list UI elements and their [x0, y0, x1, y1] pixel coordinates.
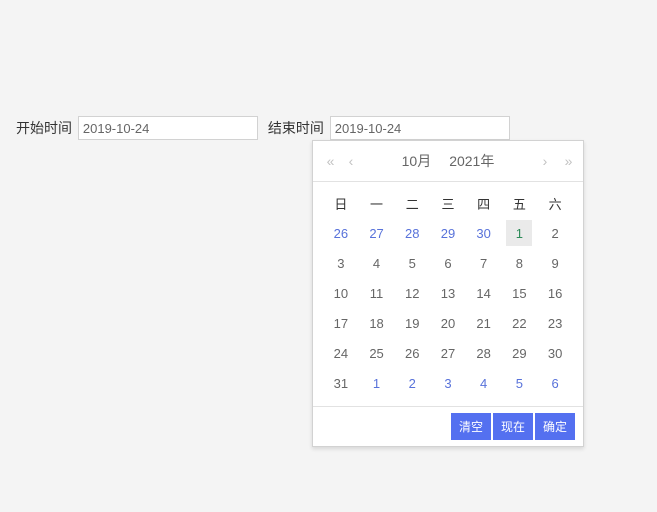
calendar-day[interactable]: 5: [502, 368, 538, 398]
calendar-day[interactable]: 2: [394, 368, 430, 398]
start-date-input[interactable]: [78, 116, 258, 140]
calendar-day[interactable]: 6: [430, 248, 466, 278]
start-date-label: 开始时间: [16, 120, 72, 136]
calendar-day[interactable]: 4: [359, 248, 395, 278]
prev-month-icon[interactable]: ‹: [341, 151, 361, 171]
calendar-day[interactable]: 26: [394, 338, 430, 368]
date-picker-body: 日一二三四五六 26272829301234567891011121314151…: [313, 182, 583, 406]
calendar-day[interactable]: 3: [430, 368, 466, 398]
calendar-day[interactable]: 28: [466, 338, 502, 368]
header-month[interactable]: 10月: [402, 151, 432, 171]
calendar-day[interactable]: 10: [323, 278, 359, 308]
calendar-day[interactable]: 12: [394, 278, 430, 308]
calendar-day[interactable]: 19: [394, 308, 430, 338]
date-picker-footer: 清空 现在 确定: [313, 406, 583, 446]
calendar-day[interactable]: 24: [323, 338, 359, 368]
calendar-day[interactable]: 16: [537, 278, 573, 308]
calendar-day[interactable]: 1: [359, 368, 395, 398]
calendar-day[interactable]: 27: [430, 338, 466, 368]
weekday-header: 一: [359, 188, 395, 218]
calendar-day[interactable]: 2: [537, 218, 573, 248]
clear-button[interactable]: 清空: [451, 413, 491, 440]
calendar-day[interactable]: 29: [502, 338, 538, 368]
weekday-header: 六: [537, 188, 573, 218]
next-month-icon[interactable]: ›: [535, 151, 555, 171]
now-button[interactable]: 现在: [493, 413, 533, 440]
calendar-day[interactable]: 27: [359, 218, 395, 248]
calendar-day[interactable]: 9: [537, 248, 573, 278]
end-date-input[interactable]: [330, 116, 510, 140]
weekday-header: 日: [323, 188, 359, 218]
calendar-day[interactable]: 3: [323, 248, 359, 278]
weekday-header: 四: [466, 188, 502, 218]
calendar-day[interactable]: 23: [537, 308, 573, 338]
calendar-day[interactable]: 31: [323, 368, 359, 398]
calendar-day[interactable]: 26: [323, 218, 359, 248]
next-year-icon[interactable]: »: [557, 151, 577, 171]
calendar-day[interactable]: 22: [502, 308, 538, 338]
calendar-day[interactable]: 25: [359, 338, 395, 368]
weekday-header: 三: [430, 188, 466, 218]
confirm-button[interactable]: 确定: [535, 413, 575, 440]
calendar-day[interactable]: 5: [394, 248, 430, 278]
calendar-day[interactable]: 21: [466, 308, 502, 338]
calendar-day[interactable]: 14: [466, 278, 502, 308]
calendar-day[interactable]: 6: [537, 368, 573, 398]
calendar-day[interactable]: 28: [394, 218, 430, 248]
calendar-day[interactable]: 18: [359, 308, 395, 338]
calendar-day[interactable]: 30: [537, 338, 573, 368]
prev-year-icon[interactable]: «: [319, 151, 339, 171]
calendar-day[interactable]: 17: [323, 308, 359, 338]
end-date-label: 结束时间: [268, 120, 324, 136]
calendar-day[interactable]: 11: [359, 278, 395, 308]
calendar-day[interactable]: 1: [502, 218, 538, 248]
calendar-day[interactable]: 7: [466, 248, 502, 278]
date-picker-header: « ‹ 10月 2021年 › »: [313, 141, 583, 182]
calendar-day[interactable]: 13: [430, 278, 466, 308]
weekday-header: 二: [394, 188, 430, 218]
calendar-day[interactable]: 30: [466, 218, 502, 248]
date-range-form: 开始时间 结束时间: [16, 116, 520, 140]
date-picker-panel: « ‹ 10月 2021年 › » 日一二三四五六 26272829301234…: [312, 140, 584, 447]
calendar-day[interactable]: 8: [502, 248, 538, 278]
calendar-day[interactable]: 15: [502, 278, 538, 308]
calendar-day[interactable]: 20: [430, 308, 466, 338]
calendar-day[interactable]: 4: [466, 368, 502, 398]
weekday-header: 五: [502, 188, 538, 218]
header-year[interactable]: 2021年: [449, 151, 494, 171]
calendar-day[interactable]: 29: [430, 218, 466, 248]
